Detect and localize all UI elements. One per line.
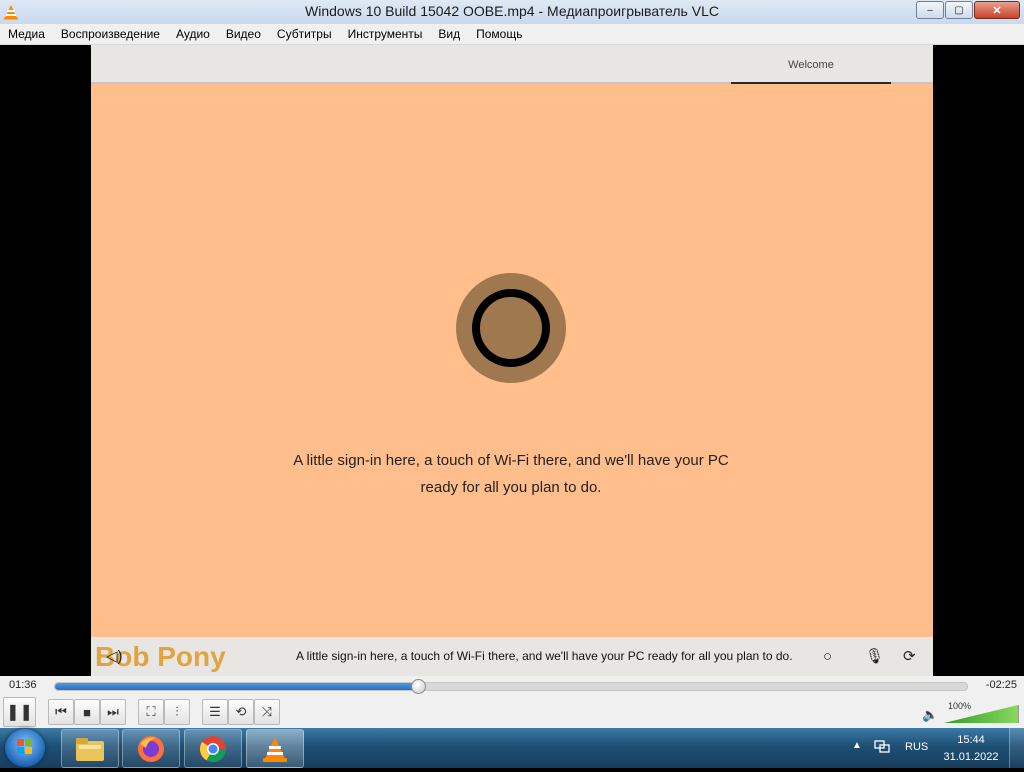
previous-button[interactable]: ⏮ <box>48 699 74 725</box>
menu-view[interactable]: Вид <box>430 24 468 44</box>
shuffle-button[interactable]: ⤨ <box>254 699 280 725</box>
show-desktop-button[interactable] <box>1009 728 1024 768</box>
maximize-button[interactable]: ▢ <box>945 1 973 19</box>
title-bar: Windows 10 Build 15042 OOBE.mp4 - Медиап… <box>0 0 1024 25</box>
taskbar-vlc[interactable] <box>246 729 304 768</box>
menu-help[interactable]: Помощь <box>468 24 530 44</box>
video-frame-bottom-bar: Bob Pony ◁) A little sign-in here, a tou… <box>91 637 933 676</box>
stop-button[interactable]: ■ <box>74 699 100 725</box>
speaker-icon[interactable]: 🔈 <box>922 707 938 723</box>
video-message-line2: ready for all you plan to do. <box>420 479 602 496</box>
chrome-icon <box>199 735 227 762</box>
taskbar-explorer[interactable] <box>61 729 119 768</box>
tray-expand-icon[interactable]: ▲ <box>852 740 862 751</box>
menu-subtitles[interactable]: Субтитры <box>269 24 340 44</box>
taskbar-chrome[interactable] <box>184 729 242 768</box>
vlc-icon <box>263 736 287 762</box>
firefox-icon <box>138 735 164 762</box>
ease-of-access-icon: ⟳ <box>903 648 916 665</box>
menu-bar: Медиа Воспроизведение Аудио Видео Субтит… <box>0 24 1024 45</box>
clock-time[interactable]: 15:44 <box>944 734 998 746</box>
cortana-circle-icon: ○ <box>823 648 833 665</box>
next-button[interactable]: ⏭ <box>100 699 126 725</box>
video-bottom-caption: A little sign-in here, a touch of Wi-Fi … <box>296 649 793 663</box>
seek-handle[interactable] <box>410 679 426 694</box>
menu-tools[interactable]: Инструменты <box>340 24 431 44</box>
menu-playback[interactable]: Воспроизведение <box>53 24 168 44</box>
taskbar: ▲ RUS 15:44 31.01.2022 <box>0 728 1024 768</box>
clock-date[interactable]: 31.01.2022 <box>938 751 1004 763</box>
language-indicator[interactable]: RUS <box>905 741 928 753</box>
volume-icon: ◁) <box>106 648 123 665</box>
pause-button[interactable]: ❚❚ <box>3 697 36 727</box>
video-frame-tab: Welcome <box>731 45 891 84</box>
seek-progress-fill <box>55 683 418 690</box>
playback-controls: ❚❚ ⏮ ■ ⏭ ⛶ ⫶ ☰ ⟲ ⤨ 🔈 100% <box>0 696 1024 729</box>
fullscreen-button[interactable]: ⛶ <box>138 699 164 725</box>
menu-audio[interactable]: Аудио <box>168 24 218 44</box>
volume-slider-frame <box>944 705 1019 723</box>
menu-media[interactable]: Медиа <box>0 24 53 44</box>
cortana-ring-icon <box>456 273 566 383</box>
window-title: Windows 10 Build 15042 OOBE.mp4 - Медиап… <box>305 3 719 19</box>
menu-video[interactable]: Видео <box>218 24 269 44</box>
windows-logo-icon <box>17 739 32 754</box>
taskbar-firefox[interactable] <box>122 729 180 768</box>
elapsed-time: 01:36 <box>9 679 37 691</box>
video-frame-header: Welcome <box>91 45 933 84</box>
start-button[interactable] <box>5 729 45 767</box>
network-icon[interactable] <box>874 740 890 754</box>
video-display[interactable]: Welcome A little sign-in here, a touch o… <box>0 45 1024 676</box>
remaining-time[interactable]: -02:25 <box>986 679 1017 691</box>
video-frame: Welcome A little sign-in here, a touch o… <box>91 45 933 676</box>
video-message-line1: A little sign-in here, a touch of Wi-Fi … <box>293 452 729 469</box>
minimize-button[interactable]: ‒ <box>916 1 944 19</box>
playlist-button[interactable]: ☰ <box>202 699 228 725</box>
folder-icon <box>76 737 104 761</box>
seek-slider[interactable] <box>54 679 968 694</box>
seek-bar-row: 01:36 -02:25 <box>0 676 1024 696</box>
extended-settings-button[interactable]: ⫶ <box>164 699 190 725</box>
microphone-icon: 🎙 <box>865 648 885 665</box>
window-controls: ‒ ▢ ✕ <box>915 1 1020 19</box>
loop-button[interactable]: ⟲ <box>228 699 254 725</box>
close-button[interactable]: ✕ <box>974 1 1020 19</box>
